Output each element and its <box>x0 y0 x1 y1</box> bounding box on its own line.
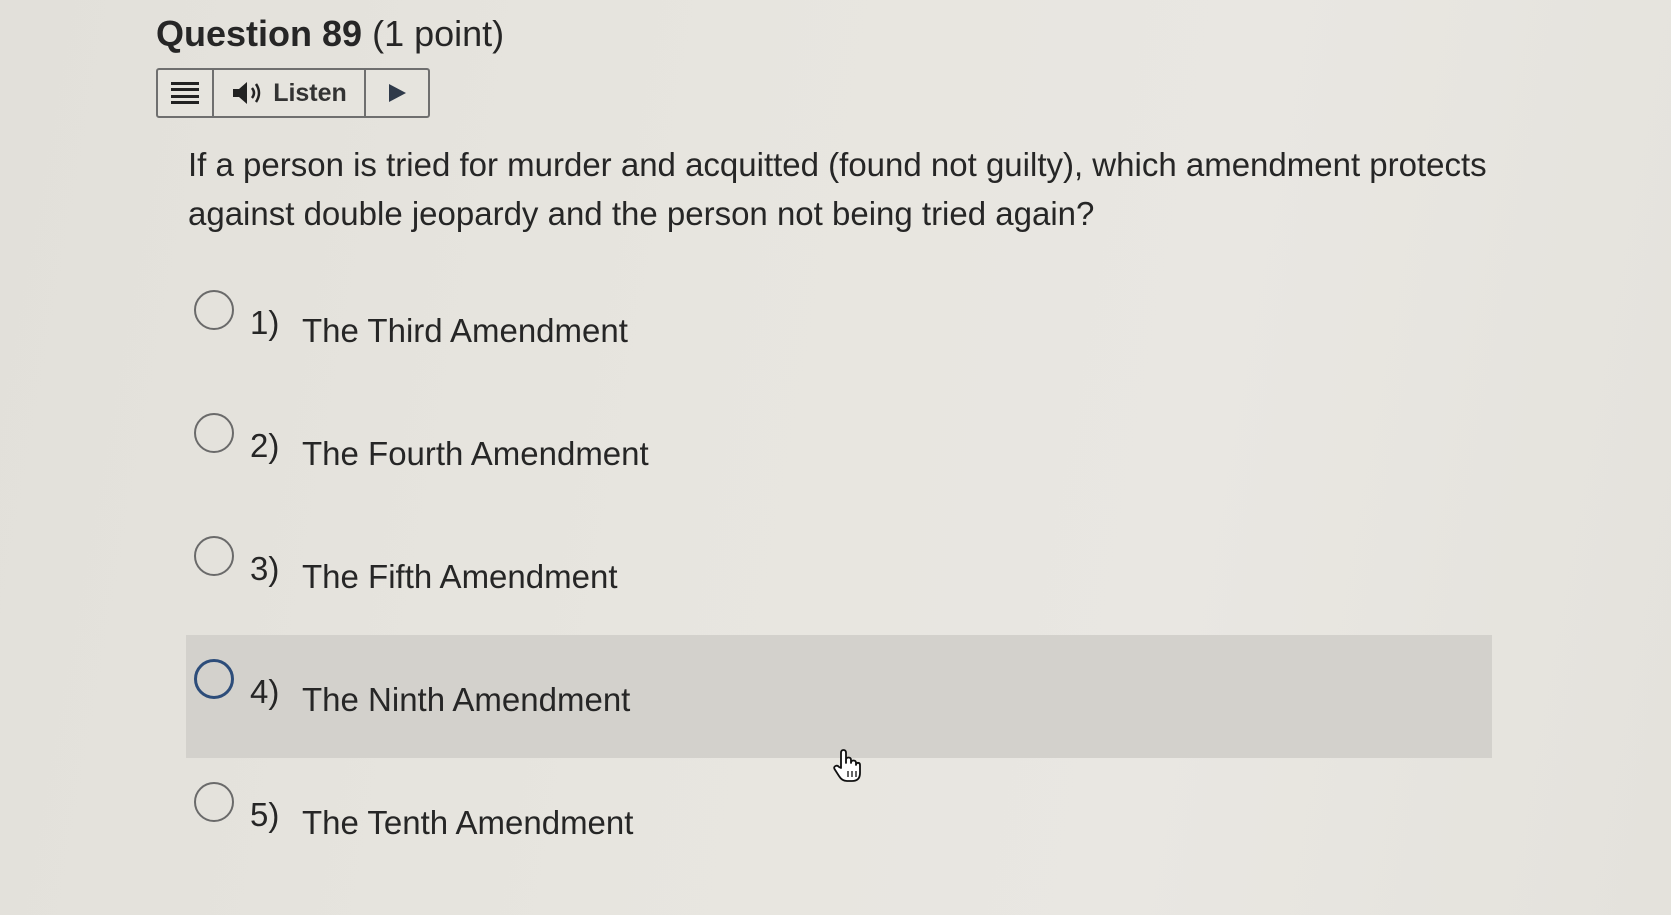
radio-button[interactable] <box>194 658 234 699</box>
question-points: (1 point) <box>372 13 505 54</box>
option-label: The Ninth Amendment <box>302 680 631 718</box>
option-label: The Third Amendment <box>302 311 628 349</box>
answer-option-1[interactable]: 1) The Third Amendment <box>186 266 1492 389</box>
radio-button[interactable] <box>194 781 234 822</box>
play-button[interactable] <box>366 70 428 116</box>
option-number: 5) <box>250 795 280 833</box>
quiz-page: Question 89 (1 point) Listen If a person… <box>0 0 1671 915</box>
listen-label: Listen <box>273 78 347 107</box>
option-number: 2) <box>250 426 280 464</box>
answer-option-4[interactable]: 4) The Ninth Amendment <box>186 635 1492 758</box>
option-number: 1) <box>250 303 280 341</box>
radio-button[interactable] <box>194 412 234 453</box>
radio-button[interactable] <box>194 289 234 330</box>
pointer-hand-icon <box>833 749 861 782</box>
answer-options: 1) The Third Amendment 2) The Fourth Ame… <box>186 266 1492 881</box>
listen-button[interactable]: Listen <box>214 70 366 116</box>
hamburger-menu-icon <box>171 82 199 104</box>
radio-button[interactable] <box>194 535 234 576</box>
play-icon <box>389 84 406 102</box>
option-label: The Tenth Amendment <box>302 803 634 841</box>
listen-toolbar: Listen <box>156 68 430 118</box>
question-heading: Question 89 (1 point) <box>156 12 504 56</box>
answer-option-3[interactable]: 3) The Fifth Amendment <box>186 512 1492 635</box>
option-label: The Fourth Amendment <box>302 434 649 472</box>
option-number: 3) <box>250 549 280 587</box>
option-label: The Fifth Amendment <box>302 557 618 595</box>
question-text: If a person is tried for murder and acqu… <box>188 146 1487 232</box>
listen-menu-button[interactable] <box>158 70 214 116</box>
option-number: 4) <box>250 672 280 710</box>
answer-option-2[interactable]: 2) The Fourth Amendment <box>186 389 1492 512</box>
question-title: Question 89 <box>156 13 363 54</box>
speaker-icon <box>233 82 261 104</box>
